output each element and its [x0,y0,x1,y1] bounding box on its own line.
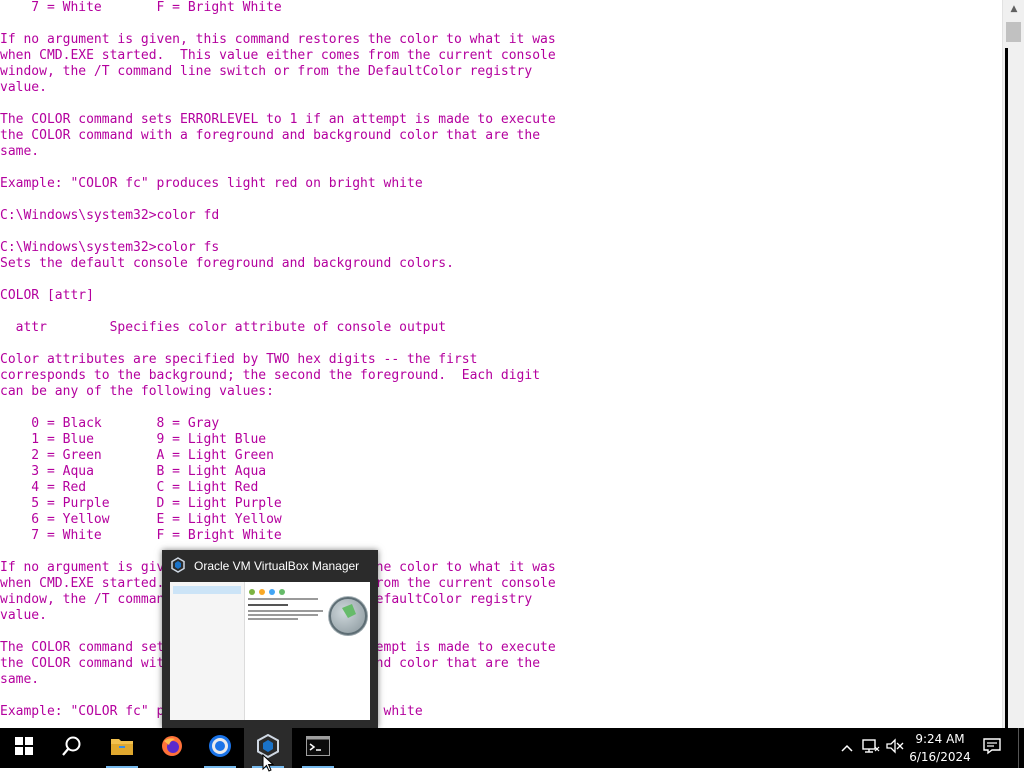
chevron-up-icon [841,741,853,756]
action-center-button[interactable] [978,728,1006,768]
console-line: Color attributes are specified by TWO he… [0,352,478,367]
vb-text-line [248,614,318,616]
console-line: 0 = Black 8 = Gray [0,416,220,431]
volume-button[interactable] [884,728,906,768]
cmd-icon [306,736,330,760]
scroll-up-arrow-icon[interactable]: ▲ [1003,0,1024,18]
clock-time: 9:24 AM [915,732,965,746]
console-line: when CMD.EXE started. This value either … [0,576,556,591]
taskbar-chrome[interactable] [196,728,244,768]
console-line: the COLOR command with a foreground and … [0,656,541,671]
virtualbox-icon [170,556,186,576]
network-icon [862,738,880,758]
console-line: same. [0,672,40,687]
mouse-cursor-icon [262,753,275,777]
console-line: window, the /T command line switch or fr… [0,64,533,79]
console-line: window, the /T command line switch or fr… [0,592,533,607]
thumbnail-title-bar: Oracle VM VirtualBox Manager [170,556,359,576]
console-line: COLOR [attr] [0,288,94,303]
start-button[interactable] [0,728,48,768]
console-line: 4 = Red C = Light Red [0,480,259,495]
vb-machine-list [170,582,245,720]
console-line: 7 = White F = Bright White [0,0,282,15]
console-line: The COLOR command sets ERRORLEVEL to 1 i… [0,640,556,655]
console-line: 1 = Blue 9 = Light Blue [0,432,267,447]
console-line: attr Specifies color attribute of consol… [0,320,447,335]
console-line: If no argument is given, this command re… [0,560,556,575]
taskbar-file-explorer[interactable] [98,728,146,768]
vb-text-line [248,598,318,600]
console-line: corresponds to the background; the secon… [0,368,541,383]
taskbar-thumbnail-preview[interactable]: Oracle VM VirtualBox Manager [162,550,378,728]
console-line: the COLOR command with a foreground and … [0,128,541,143]
vb-selected-item [173,586,241,594]
show-hidden-icons-button[interactable] [838,728,856,768]
vb-toolbar [248,584,308,595]
window-edge [1005,48,1008,728]
taskbar: 9:24 AM 6/16/2024 [0,728,1024,768]
console-line: If no argument is given, this command re… [0,32,556,47]
vb-text-line [248,618,298,620]
thumbnail-title: Oracle VM VirtualBox Manager [194,559,360,573]
console-window[interactable]: 7 = White F = Bright White If no argument… [0,0,1002,728]
chrome-icon [208,734,232,762]
console-line: 6 = Yellow E = Light Yellow [0,512,282,527]
console-line: C:\Windows\system32>color fs [0,240,220,255]
virtualbox-window-preview[interactable] [170,582,370,720]
vb-welcome-globe-icon [328,596,368,636]
vb-text-line [248,610,323,612]
console-line: Example: "COLOR fc" produces light red o… [0,704,423,719]
clock-date: 6/16/2024 [909,750,971,764]
search-icon [61,735,83,761]
console-line: 5 = Purple D = Light Purple [0,496,282,511]
firefox-icon [161,735,183,761]
console-line: value. [0,608,47,623]
console-line: Example: "COLOR fc" produces light red o… [0,176,423,191]
scroll-thumb[interactable] [1006,22,1021,42]
console-line: 7 = White F = Bright White [0,528,282,543]
network-button[interactable] [860,728,882,768]
taskbar-firefox[interactable] [148,728,196,768]
windows-logo-icon [15,737,33,759]
clock[interactable]: 9:24 AM 6/16/2024 [908,730,972,766]
volume-muted-icon [886,738,904,758]
vb-text-line [248,604,288,606]
folder-icon [110,736,134,760]
console-line: value. [0,80,47,95]
show-desktop-button[interactable] [1018,728,1024,768]
console-line: C:\Windows\system32>color fd [0,208,220,223]
console-line: 2 = Green A = Light Green [0,448,274,463]
taskbar-command-prompt[interactable] [294,728,342,768]
console-line: when CMD.EXE started. This value either … [0,48,556,63]
console-line: Sets the default console foreground and … [0,256,454,271]
notification-icon [983,737,1001,759]
console-line: can be any of the following values: [0,384,274,399]
console-line: same. [0,144,40,159]
console-line: The COLOR command sets ERRORLEVEL to 1 i… [0,112,556,127]
console-line: 3 = Aqua B = Light Aqua [0,464,267,479]
search-button[interactable] [48,728,96,768]
